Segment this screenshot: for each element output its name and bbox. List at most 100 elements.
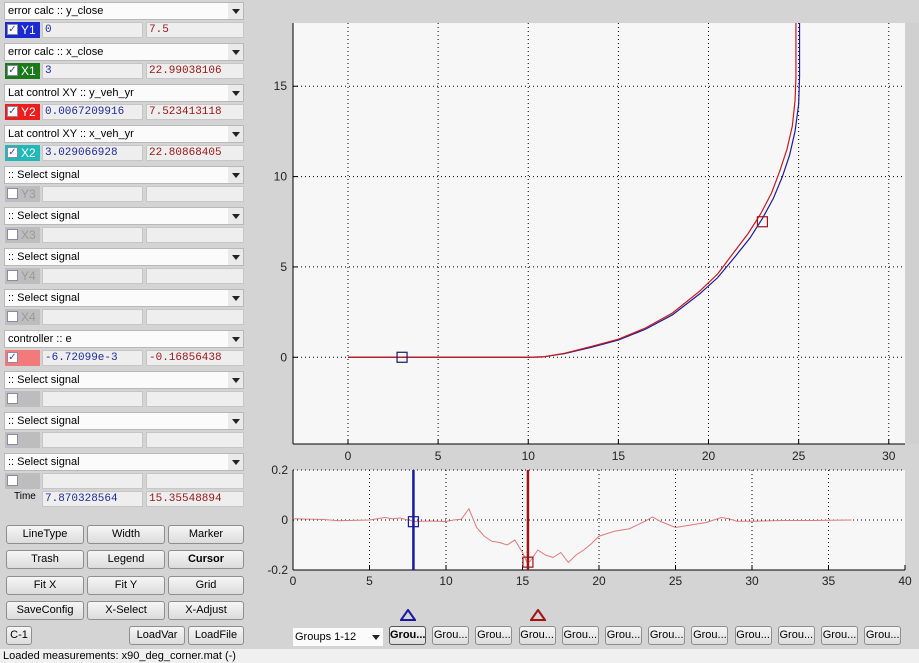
- signal-tag[interactable]: [5, 473, 40, 489]
- signal-tag[interactable]: ✓ X1: [5, 63, 40, 79]
- cursor1-value-field[interactable]: [42, 432, 143, 448]
- load-file-button[interactable]: LoadFile: [188, 626, 244, 645]
- cursor2-value-field[interactable]: [146, 227, 244, 243]
- cursor2-value-field[interactable]: 7.5: [146, 22, 244, 38]
- signal-checkbox[interactable]: [7, 393, 18, 404]
- cursor1-value-field[interactable]: 3.029066928: [42, 145, 143, 161]
- signal-tag[interactable]: X4: [5, 309, 40, 325]
- cursor2-value-field[interactable]: [146, 309, 244, 325]
- signal-select[interactable]: :: Select signal: [4, 412, 244, 430]
- signal-select[interactable]: Lat control XY :: y_veh_yr: [4, 84, 244, 102]
- cursor2-value-field[interactable]: 7.523413118: [146, 104, 244, 120]
- trash-button[interactable]: Trash: [6, 550, 84, 569]
- cursor2-value-field[interactable]: -0.16856438: [146, 350, 244, 366]
- group-button[interactable]: Grou...: [518, 626, 556, 645]
- signal-select[interactable]: :: Select signal: [4, 453, 244, 471]
- cursor1-value-field[interactable]: 0: [42, 22, 143, 38]
- group-button[interactable]: Grou...: [777, 626, 815, 645]
- signal-select[interactable]: :: Select signal: [4, 166, 244, 184]
- cursor-button[interactable]: Cursor: [168, 550, 244, 569]
- y-tick-label: 0: [280, 350, 287, 364]
- cursor2-value-field[interactable]: 22.80868405: [146, 145, 244, 161]
- signal-checkbox[interactable]: ✓: [7, 147, 18, 158]
- signal-checkbox[interactable]: [7, 475, 18, 486]
- cursor-triangle-icon[interactable]: [400, 609, 416, 621]
- signal-slot: :: Select signal: [4, 412, 244, 452]
- time-cursor1-field[interactable]: 7.870328564: [42, 491, 143, 507]
- signal-tag[interactable]: Y3: [5, 186, 40, 202]
- cursor1-value-field[interactable]: [42, 186, 143, 202]
- cursor2-value-field[interactable]: 22.99038106: [146, 63, 244, 79]
- signal-select[interactable]: :: Select signal: [4, 248, 244, 266]
- signal-tag[interactable]: Y4: [5, 268, 40, 284]
- cursor-triangle-icon[interactable]: [529, 609, 546, 621]
- cursor1-value-field[interactable]: [42, 309, 143, 325]
- cursor2-value-field[interactable]: [146, 391, 244, 407]
- group-button[interactable]: Grou...: [475, 626, 513, 645]
- signal-checkbox[interactable]: ✓: [7, 24, 18, 35]
- xy-plot[interactable]: 0 5 10 15 20 25 30051015: [250, 0, 919, 470]
- signal-select[interactable]: controller :: e: [4, 330, 244, 348]
- x-select-button[interactable]: X-Select: [87, 601, 165, 620]
- chevron-down-icon: [228, 372, 243, 388]
- signal-tag[interactable]: ✓ X2: [5, 145, 40, 161]
- cursor2-value-field[interactable]: [146, 186, 244, 202]
- signal-select[interactable]: :: Select signal: [4, 207, 244, 225]
- signal-checkbox[interactable]: [7, 188, 18, 199]
- signal-checkbox[interactable]: ✓: [7, 65, 18, 76]
- linetype-button[interactable]: LineType: [6, 525, 84, 544]
- signal-checkbox[interactable]: [7, 434, 18, 445]
- cursor2-value-field[interactable]: [146, 432, 244, 448]
- signal-select[interactable]: error calc :: y_close: [4, 2, 244, 20]
- cursor2-value-field[interactable]: [146, 473, 244, 489]
- signal-tag[interactable]: ✓ Y1: [5, 22, 40, 38]
- legend-button[interactable]: Legend: [87, 550, 165, 569]
- cursor1-value-field[interactable]: [42, 473, 143, 489]
- group-button[interactable]: Grou...: [821, 626, 858, 645]
- cursor1-value-field[interactable]: [42, 268, 143, 284]
- y-tick-label: 5: [280, 260, 287, 274]
- fit-x-button[interactable]: Fit X: [6, 576, 84, 595]
- signal-tag[interactable]: ✓ Y2: [5, 104, 40, 120]
- cursor1-value-field[interactable]: 3: [42, 63, 143, 79]
- signal-checkbox[interactable]: [7, 311, 18, 322]
- time-cursor2-field[interactable]: 15.35548894: [146, 491, 244, 507]
- signal-checkbox[interactable]: ✓: [7, 106, 18, 117]
- cursor1-value-field[interactable]: 0.0067209916: [42, 104, 143, 120]
- load-var-button[interactable]: LoadVar: [129, 626, 185, 645]
- signal-checkbox[interactable]: [7, 229, 18, 240]
- group-button[interactable]: Grou...: [389, 626, 426, 645]
- time-plot[interactable]: 0 5 10 15 20 25 30 35 40-0.200.2: [250, 455, 919, 595]
- signal-select[interactable]: Lat control XY :: x_veh_yr: [4, 125, 244, 143]
- grid-button[interactable]: Grid: [168, 576, 244, 595]
- group-button[interactable]: Grou...: [432, 626, 470, 645]
- x-tick-label: 10: [439, 574, 453, 588]
- group-button[interactable]: Grou...: [561, 626, 599, 645]
- signal-select[interactable]: :: Select signal: [4, 371, 244, 389]
- x-adjust-button[interactable]: X-Adjust: [168, 601, 244, 620]
- signal-checkbox[interactable]: [7, 270, 18, 281]
- signal-checkbox[interactable]: ✓: [7, 352, 18, 363]
- cursor1-value-field[interactable]: -6.72099e-3: [42, 350, 143, 366]
- groups-dropdown[interactable]: Groups 1-12: [293, 628, 383, 646]
- c1-button[interactable]: C-1: [6, 626, 32, 645]
- group-button[interactable]: Grou...: [734, 626, 772, 645]
- cursor2-value-field[interactable]: [146, 268, 244, 284]
- cursor1-value-field[interactable]: [42, 391, 143, 407]
- marker-button[interactable]: Marker: [168, 525, 244, 544]
- signal-tag[interactable]: X3: [5, 227, 40, 243]
- signal-name: :: Select signal: [8, 210, 80, 222]
- save-config-button[interactable]: SaveConfig: [6, 601, 84, 620]
- signal-select[interactable]: :: Select signal: [4, 289, 244, 307]
- group-button[interactable]: Grou...: [864, 626, 902, 645]
- width-button[interactable]: Width: [87, 525, 165, 544]
- signal-tag[interactable]: [5, 432, 40, 448]
- group-button[interactable]: Grou...: [648, 626, 686, 645]
- group-button[interactable]: Grou...: [605, 626, 642, 645]
- signal-tag[interactable]: [5, 391, 40, 407]
- group-button[interactable]: Grou...: [691, 626, 729, 645]
- fit-y-button[interactable]: Fit Y: [87, 576, 165, 595]
- signal-tag[interactable]: ✓: [5, 350, 40, 366]
- signal-select[interactable]: error calc :: x_close: [4, 43, 244, 61]
- cursor1-value-field[interactable]: [42, 227, 143, 243]
